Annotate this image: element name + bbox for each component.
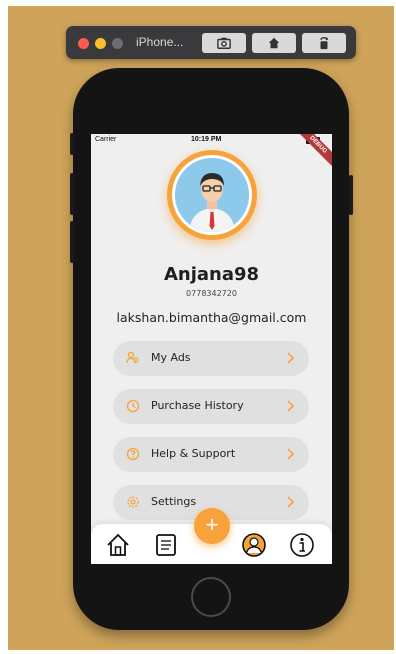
menu-item-label: Help & Support <box>151 447 236 460</box>
user-avatar-icon <box>175 158 249 232</box>
menu-item-label: Purchase History <box>151 399 244 412</box>
users-icon <box>126 351 139 364</box>
minimize-window-button[interactable] <box>95 38 106 49</box>
home-icon <box>268 37 280 49</box>
chevron-right-icon <box>287 448 295 460</box>
chevron-right-icon <box>287 352 295 364</box>
status-bar: Carrier 10:19 PM <box>91 134 332 148</box>
profile-username: Anjana98 <box>163 264 260 285</box>
screenshot-icon <box>217 37 231 49</box>
document-icon[interactable] <box>153 532 179 558</box>
add-button[interactable]: + <box>194 508 230 544</box>
close-window-button[interactable] <box>78 38 89 49</box>
mute-switch <box>70 133 74 155</box>
rotate-icon <box>320 36 329 50</box>
rotate-button[interactable] <box>302 33 346 53</box>
phone-home-button[interactable] <box>191 577 231 617</box>
simulator-title: iPhone... <box>136 35 184 49</box>
chevron-right-icon <box>287 400 295 412</box>
menu-item-my-ads[interactable]: My Ads <box>113 341 309 376</box>
history-icon <box>126 399 140 413</box>
simulator-toolbar: iPhone... <box>66 26 356 59</box>
profile-icon[interactable] <box>241 532 267 558</box>
app-screen: Carrier 10:19 PM DEBUG Anjana98 07783427… <box>91 134 332 564</box>
home-button[interactable] <box>252 33 296 53</box>
menu-item-purchase-history[interactable]: Purchase History <box>113 389 309 424</box>
power-button <box>349 175 353 215</box>
menu-item-label: My Ads <box>151 351 191 364</box>
screenshot-button[interactable] <box>202 33 246 53</box>
home-icon[interactable] <box>105 532 131 558</box>
chevron-right-icon <box>287 496 295 508</box>
menu-item-help-support[interactable]: Help & Support <box>113 437 309 472</box>
help-icon <box>126 447 140 461</box>
gear-icon <box>127 496 139 508</box>
profile-phone: 0778342720 <box>186 289 237 298</box>
profile-email: lakshan.bimantha@gmail.com <box>116 310 307 325</box>
volume-down-button <box>70 221 74 263</box>
status-time: 10:19 PM <box>191 136 222 143</box>
carrier-label: Carrier <box>95 136 117 143</box>
menu-item-label: Settings <box>151 495 197 508</box>
avatar[interactable] <box>167 150 257 240</box>
zoom-window-button[interactable] <box>112 38 123 49</box>
info-icon[interactable] <box>289 532 315 558</box>
volume-up-button <box>70 173 74 215</box>
